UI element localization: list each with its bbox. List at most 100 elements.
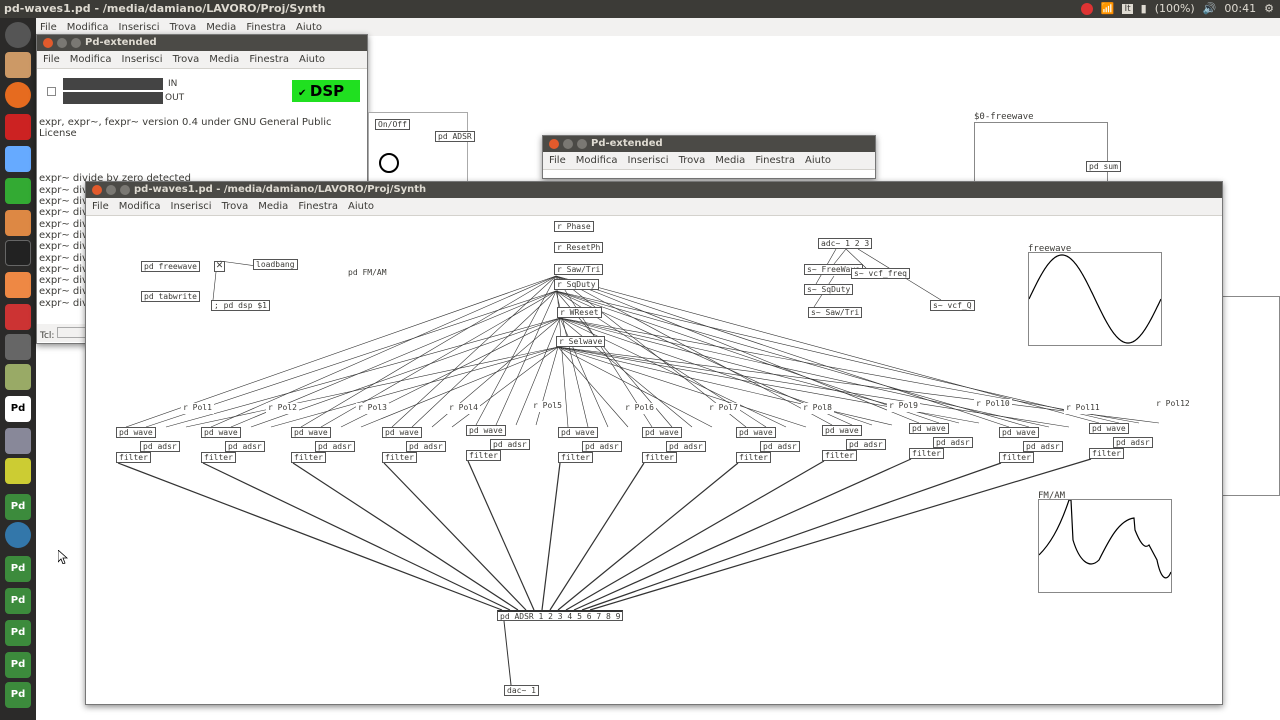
dac-object[interactable]: dac~ 1 xyxy=(504,685,539,696)
receive-poly-5[interactable]: r Pol5 xyxy=(531,401,564,412)
wave-subpatch[interactable]: pd wave xyxy=(822,425,862,436)
filter-object[interactable]: filter xyxy=(466,450,501,461)
menu-file[interactable]: File xyxy=(40,22,57,33)
receive-poly-9[interactable]: r Pol9 xyxy=(887,401,920,412)
menu-edit[interactable]: Modifica xyxy=(67,22,109,33)
send-vcf-q[interactable]: s~ vcf_Q xyxy=(930,300,975,311)
menu-media[interactable]: Media xyxy=(258,201,288,212)
dash-icon[interactable] xyxy=(5,22,31,48)
menu-window[interactable]: Finestra xyxy=(249,54,289,65)
receive-sawtri[interactable]: r Saw/Tri xyxy=(554,264,604,275)
wave-subpatch[interactable]: pd wave xyxy=(642,427,682,438)
software-center-icon[interactable] xyxy=(5,272,31,298)
gear-icon[interactable]: ⚙ xyxy=(1264,2,1274,15)
pd-window-icon[interactable]: Pd xyxy=(5,556,31,582)
wave-subpatch[interactable]: pd wave xyxy=(558,427,598,438)
filter-object[interactable]: filter xyxy=(382,452,417,463)
adsr-object[interactable]: pd ADSR xyxy=(435,131,475,142)
adsr-subpatch[interactable]: pd adsr xyxy=(225,441,265,452)
filter-object[interactable]: filter xyxy=(1089,448,1124,459)
send-sqduty[interactable]: s~ SqDuty xyxy=(804,284,854,295)
receive-wreset[interactable]: r WReset xyxy=(557,307,602,318)
dsp-toggle-button[interactable]: ✔ DSP xyxy=(292,80,360,102)
globe-icon[interactable] xyxy=(5,522,31,548)
wave-subpatch[interactable]: pd wave xyxy=(382,427,422,438)
menu-file[interactable]: File xyxy=(43,54,60,65)
send-sawtri[interactable]: s~ Saw/Tri xyxy=(808,307,863,318)
receive-phase[interactable]: r Phase xyxy=(554,221,594,232)
filter-object[interactable]: filter xyxy=(558,452,593,463)
receive-poly-3[interactable]: r Pol3 xyxy=(356,403,389,414)
dsp-message[interactable]: ; pd dsp $1 xyxy=(211,300,270,311)
pd-window-icon[interactable]: Pd xyxy=(5,494,31,520)
maximize-icon[interactable] xyxy=(120,185,130,195)
pd-window-icon[interactable]: Pd xyxy=(5,682,31,708)
wave-subpatch[interactable]: pd wave xyxy=(291,427,331,438)
adsr-subpatch[interactable]: pd adsr xyxy=(582,441,622,452)
adsr-main-object[interactable]: pd ADSR 1 2 3 4 5 6 7 8 9 xyxy=(497,610,624,621)
wave-subpatch[interactable]: pd wave xyxy=(201,427,241,438)
close-icon[interactable] xyxy=(43,38,53,48)
menu-insert[interactable]: Inserisci xyxy=(171,201,212,212)
receive-poly-2[interactable]: r Pol2 xyxy=(266,403,299,414)
patch-canvas[interactable]: pd freewave pd tabwrite ✕ loadbang ; pd … xyxy=(86,218,1222,704)
menu-file[interactable]: File xyxy=(92,201,109,212)
menu-find[interactable]: Trova xyxy=(679,155,706,166)
menu-window[interactable]: Finestra xyxy=(298,201,338,212)
menu-file[interactable]: File xyxy=(549,155,566,166)
battery-icon[interactable]: ▮ xyxy=(1141,2,1147,15)
wave-subpatch[interactable]: pd wave xyxy=(1089,423,1129,434)
adsr-subpatch[interactable]: pd adsr xyxy=(315,441,355,452)
game-icon[interactable] xyxy=(5,364,31,390)
filter-object[interactable]: filter xyxy=(999,452,1034,463)
send-vcf-freq[interactable]: s~ vcf_freq xyxy=(851,268,910,279)
adsr-subpatch[interactable]: pd adsr xyxy=(846,439,886,450)
clock[interactable]: 00:41 xyxy=(1224,2,1256,15)
minimize-icon[interactable] xyxy=(57,38,67,48)
menu-find[interactable]: Trova xyxy=(173,54,200,65)
tools-icon[interactable] xyxy=(5,428,31,454)
menu-insert[interactable]: Inserisci xyxy=(119,22,160,33)
menu-help[interactable]: Aiuto xyxy=(805,155,831,166)
menu-find[interactable]: Trova xyxy=(170,22,197,33)
bg-sum-object[interactable]: pd sum xyxy=(1086,161,1121,172)
menu-find[interactable]: Trova xyxy=(222,201,249,212)
adsr-subpatch[interactable]: pd adsr xyxy=(1023,441,1063,452)
pd-window-icon[interactable]: Pd xyxy=(5,588,31,614)
receive-poly-7[interactable]: r Pol7 xyxy=(707,403,740,414)
freewave-subpatch[interactable]: pd freewave xyxy=(141,261,200,272)
terminal-icon[interactable] xyxy=(5,240,31,266)
wave-subpatch[interactable]: pd wave xyxy=(736,427,776,438)
filter-object[interactable]: filter xyxy=(822,450,857,461)
freewave-array-graph[interactable] xyxy=(1028,252,1162,346)
pd-window-icon[interactable]: Pd xyxy=(5,620,31,646)
receive-poly-6[interactable]: r Pol6 xyxy=(623,403,656,414)
dsp-checkbox[interactable] xyxy=(47,87,56,96)
adsr-subpatch[interactable]: pd adsr xyxy=(760,441,800,452)
adsr-subpatch[interactable]: pd adsr xyxy=(933,437,973,448)
fmam-array-graph[interactable] xyxy=(1038,499,1172,593)
menu-window[interactable]: Finestra xyxy=(755,155,795,166)
receive-poly-8[interactable]: r Pol8 xyxy=(801,403,834,414)
receive-resetph[interactable]: r ResetPh xyxy=(554,242,604,253)
adsr-subpatch[interactable]: pd adsr xyxy=(140,441,180,452)
filter-object[interactable]: filter xyxy=(116,452,151,463)
menu-help[interactable]: Aiuto xyxy=(296,22,322,33)
app-icon[interactable] xyxy=(5,114,31,140)
video-icon[interactable] xyxy=(5,334,31,360)
receive-poly-4[interactable]: r Pol4 xyxy=(447,403,480,414)
calc-icon[interactable] xyxy=(5,178,31,204)
fmam-subpatch[interactable]: pd FM/AM xyxy=(346,268,389,279)
filter-object[interactable]: filter xyxy=(201,452,236,463)
files-icon[interactable] xyxy=(5,52,31,78)
menu-help[interactable]: Aiuto xyxy=(348,201,374,212)
menu-help[interactable]: Aiuto xyxy=(299,54,325,65)
receive-sqduty[interactable]: r SqDuty xyxy=(554,279,599,290)
menu-edit[interactable]: Modifica xyxy=(119,201,161,212)
receive-poly-11[interactable]: r Pol11 xyxy=(1064,403,1102,414)
pen-icon[interactable] xyxy=(5,458,31,484)
close-icon[interactable] xyxy=(92,185,102,195)
menu-window[interactable]: Finestra xyxy=(246,22,286,33)
dsp-toggle[interactable]: ✕ xyxy=(214,261,225,272)
adsr-subpatch[interactable]: pd adsr xyxy=(490,439,530,450)
